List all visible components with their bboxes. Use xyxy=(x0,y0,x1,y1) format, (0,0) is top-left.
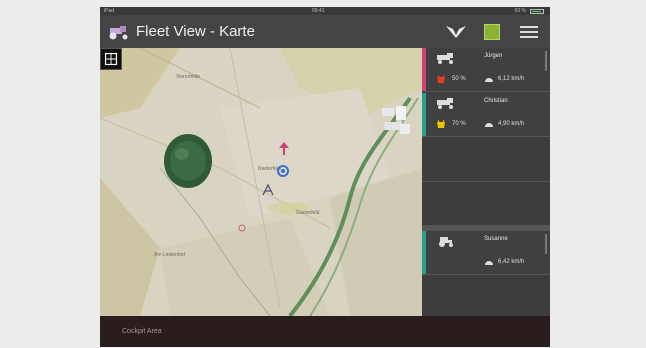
clock: 09:41 xyxy=(312,8,325,14)
aerial-map xyxy=(100,48,422,316)
page-title: Fleet View - Karte xyxy=(136,23,255,40)
wing-logo-icon[interactable] xyxy=(444,24,468,40)
speedometer-icon xyxy=(485,261,493,265)
fuel-icon xyxy=(437,74,445,83)
vehicle-name: Christian xyxy=(484,98,508,104)
vehicle-speed: 4,90 km/h xyxy=(498,121,525,127)
harvester-icon xyxy=(437,98,453,109)
battery-percent: 63 % xyxy=(514,8,526,14)
battery-icon xyxy=(530,9,544,14)
harvester-icon xyxy=(437,53,453,64)
vehicle-name: Susanne xyxy=(484,236,508,242)
vehicle-marker-jurgen[interactable] xyxy=(278,142,290,156)
hamburger-menu-icon[interactable] xyxy=(518,23,540,41)
field-layer-icon[interactable] xyxy=(484,24,500,40)
cockpit-area-bar[interactable]: Cockpit Area xyxy=(100,316,550,347)
vehicle-card-jurgen[interactable]: Jürgen 50 % 6,12 km/h xyxy=(422,48,550,92)
tractor-logo-icon xyxy=(109,26,128,40)
map-label: Am Lindenhof xyxy=(154,252,185,258)
map-view[interactable]: Viererfelde Niederfeld Gartenfeld Am Lin… xyxy=(100,48,422,316)
fuel-icon xyxy=(437,119,445,128)
status-bar: iPad 09:41 63 % xyxy=(100,7,550,15)
empty-vehicle-slot xyxy=(422,138,550,182)
vehicle-marker-christian[interactable] xyxy=(276,164,290,178)
field-boundary-icon[interactable] xyxy=(100,48,122,70)
vehicle-speed: 6,42 km/h xyxy=(498,259,525,265)
speedometer-icon xyxy=(485,123,493,127)
empty-vehicle-slot xyxy=(422,183,550,226)
vehicle-name: Jürgen xyxy=(484,53,503,59)
speedometer-icon xyxy=(485,78,493,82)
map-label: Viererfelde xyxy=(176,74,201,80)
point-marker-a[interactable] xyxy=(262,184,274,196)
vehicle-speed: 6,12 km/h xyxy=(498,76,525,82)
fuel-level: 50 % xyxy=(452,76,466,82)
vehicle-color-bar xyxy=(422,93,426,136)
fuel-level: 70 % xyxy=(452,121,466,127)
vehicle-color-bar xyxy=(422,48,426,91)
map-label: Gartenfeld xyxy=(296,210,320,216)
scrollbar[interactable] xyxy=(545,51,547,71)
carrier-label: iPad xyxy=(104,8,115,14)
app-header: Fleet View - Karte xyxy=(100,15,550,48)
scrollbar[interactable] xyxy=(545,234,547,254)
vehicle-card-christian[interactable]: Christian 70 % 4,90 km/h xyxy=(422,93,550,137)
vehicle-card-susanne[interactable]: Susanne 6,42 km/h xyxy=(422,231,550,275)
vehicle-color-bar xyxy=(422,231,426,274)
tablet-screen: iPad 09:41 63 % Fleet View - Karte Viere… xyxy=(100,7,550,347)
tractor-icon xyxy=(439,237,453,247)
vehicle-list-panel: Jürgen 50 % 6,12 km/h Christian 70 % 4,9… xyxy=(422,48,550,316)
